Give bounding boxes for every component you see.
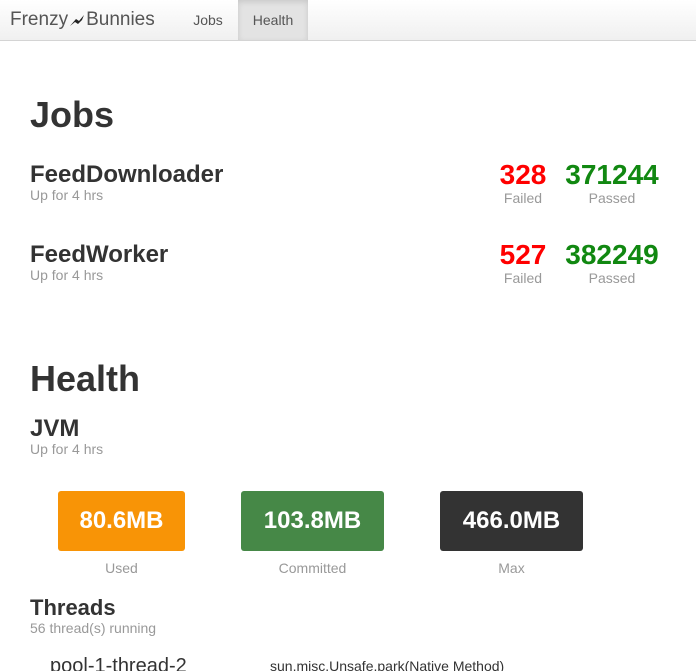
jvm-heading: JVM bbox=[30, 415, 80, 442]
passed-count: 382249 bbox=[565, 239, 659, 270]
navbar: Frenzy Bunnies Jobs Health bbox=[0, 0, 696, 41]
brand-name-left: Frenzy bbox=[10, 9, 69, 30]
job-name: FeedDownloader bbox=[30, 161, 224, 188]
threads-heading: Threads bbox=[30, 595, 116, 620]
job-uptime: Up for 4 hrs bbox=[30, 267, 104, 283]
job-uptime: Up for 4 hrs bbox=[30, 187, 104, 203]
passed-label: Passed bbox=[588, 270, 636, 286]
memory-committed-badge: 103.8MB bbox=[241, 491, 384, 551]
thread-row: pool-1-thread-2 sun.misc.Unsafe.park(Nat… bbox=[0, 655, 696, 671]
job-name: FeedWorker bbox=[30, 241, 169, 268]
jobs-heading: Jobs bbox=[30, 94, 115, 135]
passed-stat: 382249 Passed bbox=[561, 239, 663, 287]
bunny-logo-icon bbox=[69, 11, 85, 33]
nav-item-jobs[interactable]: Jobs bbox=[178, 0, 238, 40]
jvm-uptime: Up for 4 hrs bbox=[30, 441, 104, 457]
failed-label: Failed bbox=[503, 270, 543, 286]
brand-name-right: Bunnies bbox=[86, 9, 155, 30]
threads-summary: 56 thread(s) running bbox=[30, 620, 157, 636]
thread-name: pool-1-thread-2 bbox=[50, 655, 187, 671]
memory-max-badge: 466.0MB bbox=[440, 491, 583, 551]
failed-count: 328 bbox=[499, 159, 547, 190]
memory-max-label: Max bbox=[498, 560, 525, 576]
brand[interactable]: Frenzy Bunnies bbox=[10, 9, 155, 33]
failed-count: 527 bbox=[499, 239, 547, 270]
passed-stat: 371244 Passed bbox=[561, 159, 663, 207]
nav-item-health[interactable]: Health bbox=[238, 0, 308, 40]
failed-label: Failed bbox=[503, 190, 543, 206]
failed-stat: 527 Failed bbox=[496, 239, 550, 287]
memory-used-label: Used bbox=[105, 560, 138, 576]
health-heading: Health bbox=[30, 358, 141, 399]
passed-count: 371244 bbox=[565, 159, 659, 190]
thread-stack-frame: sun.misc.Unsafe.park(Native Method) bbox=[270, 658, 505, 671]
passed-label: Passed bbox=[588, 190, 636, 206]
memory-used-badge: 80.6MB bbox=[58, 491, 185, 551]
failed-stat: 328 Failed bbox=[496, 159, 550, 207]
memory-committed-label: Committed bbox=[278, 560, 347, 576]
